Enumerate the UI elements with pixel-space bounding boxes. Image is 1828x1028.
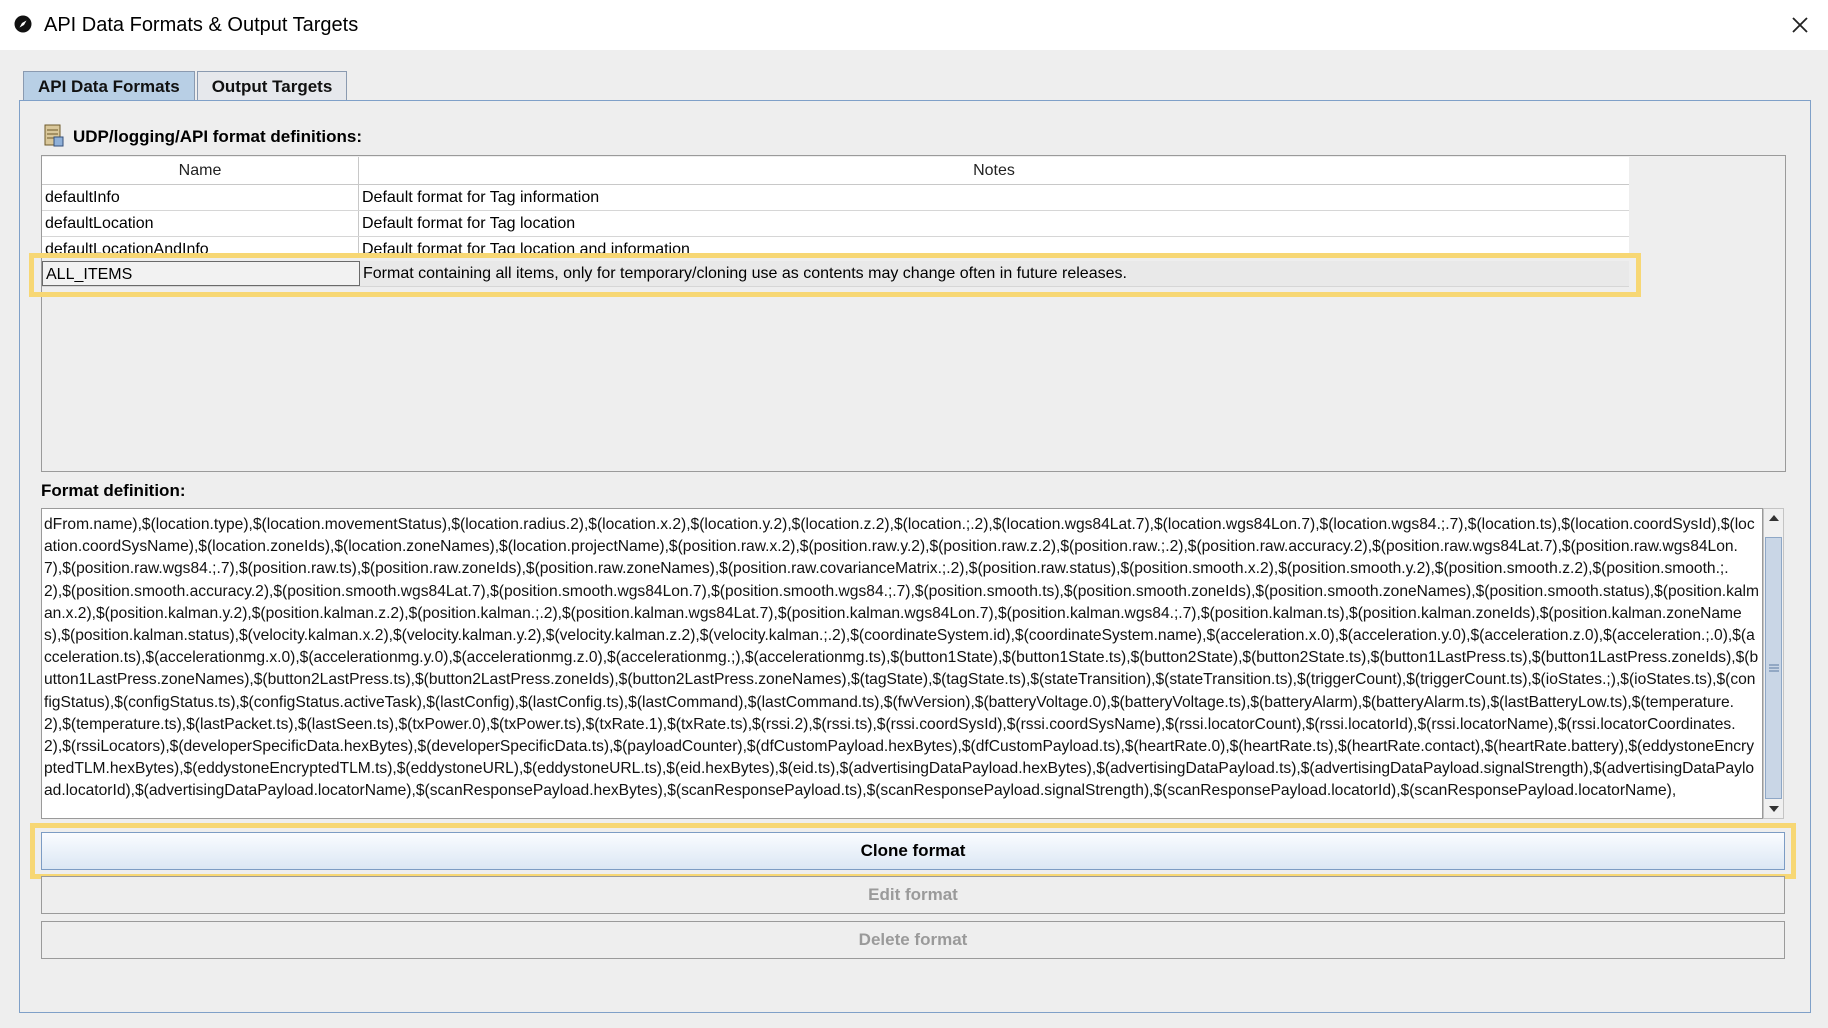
- compass-icon: [14, 15, 32, 33]
- tab-output-targets[interactable]: Output Targets: [196, 71, 348, 101]
- section-title: UDP/logging/API format definitions:: [73, 127, 362, 146]
- grip-icon: [1768, 664, 1779, 672]
- row-name: defaultLocationAndInfo: [42, 237, 359, 255]
- vertical-scrollbar[interactable]: [1763, 508, 1784, 819]
- row-notes: Default format for Tag location: [362, 215, 576, 232]
- close-button[interactable]: [1772, 0, 1828, 50]
- table-row[interactable]: defaultInfo Default format for Tag infor…: [42, 185, 1629, 211]
- edit-format-button[interactable]: Edit format: [41, 876, 1785, 914]
- scroll-down-arrow-icon[interactable]: [1764, 800, 1783, 818]
- delete-format-button[interactable]: Delete format: [41, 921, 1785, 959]
- title-bar: API Data Formats & Output Targets: [0, 0, 1828, 50]
- column-header-notes[interactable]: Notes: [359, 157, 1629, 184]
- table-row[interactable]: defaultLocation Default format for Tag l…: [42, 211, 1629, 237]
- format-definition-label: Format definition:: [41, 481, 186, 500]
- row-notes: Format containing all items, only for te…: [363, 265, 1127, 282]
- format-definition-textarea[interactable]: dFrom.name),$(location.type),$(location.…: [41, 508, 1763, 819]
- column-header-name[interactable]: Name: [42, 157, 359, 184]
- tab-api-data-formats[interactable]: API Data Formats: [23, 71, 195, 101]
- table-header: Name Notes: [42, 157, 1629, 185]
- window-title: API Data Formats & Output Targets: [44, 14, 359, 36]
- row-notes: Default format for Tag information: [362, 189, 600, 206]
- table-row[interactable]: defaultLocationAndInfo Default format fo…: [42, 237, 1629, 256]
- tab-bar: API Data Formats Output Targets: [23, 71, 349, 101]
- scroll-up-arrow-icon[interactable]: [1764, 509, 1783, 527]
- row-name: defaultLocation: [42, 211, 359, 236]
- table-row-selected[interactable]: ALL_ITEMS Format containing all items, o…: [42, 261, 1629, 287]
- database-icon: [44, 124, 64, 147]
- scroll-thumb[interactable]: [1765, 537, 1782, 799]
- clone-format-button[interactable]: Clone format: [41, 832, 1785, 870]
- row-name: ALL_ITEMS: [42, 261, 360, 286]
- row-name: defaultInfo: [42, 185, 359, 210]
- close-icon: [1792, 17, 1808, 33]
- row-notes: Default format for Tag location and info…: [362, 241, 690, 255]
